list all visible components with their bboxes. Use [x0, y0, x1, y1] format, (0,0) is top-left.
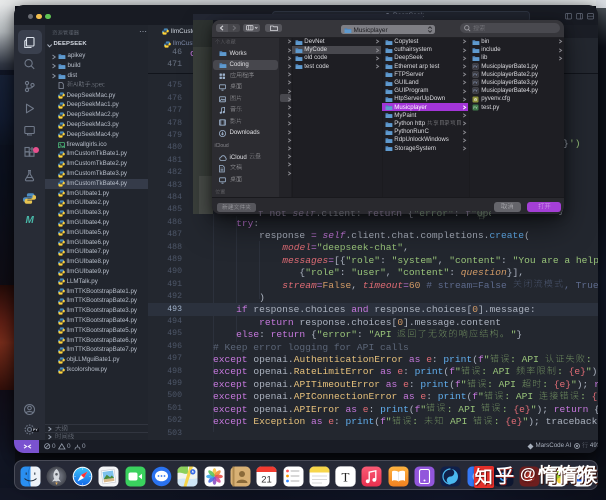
svg-text:T: T: [342, 470, 350, 485]
svg-text:21: 21: [261, 475, 272, 486]
svg-text:⚙: ⚙: [474, 97, 478, 102]
